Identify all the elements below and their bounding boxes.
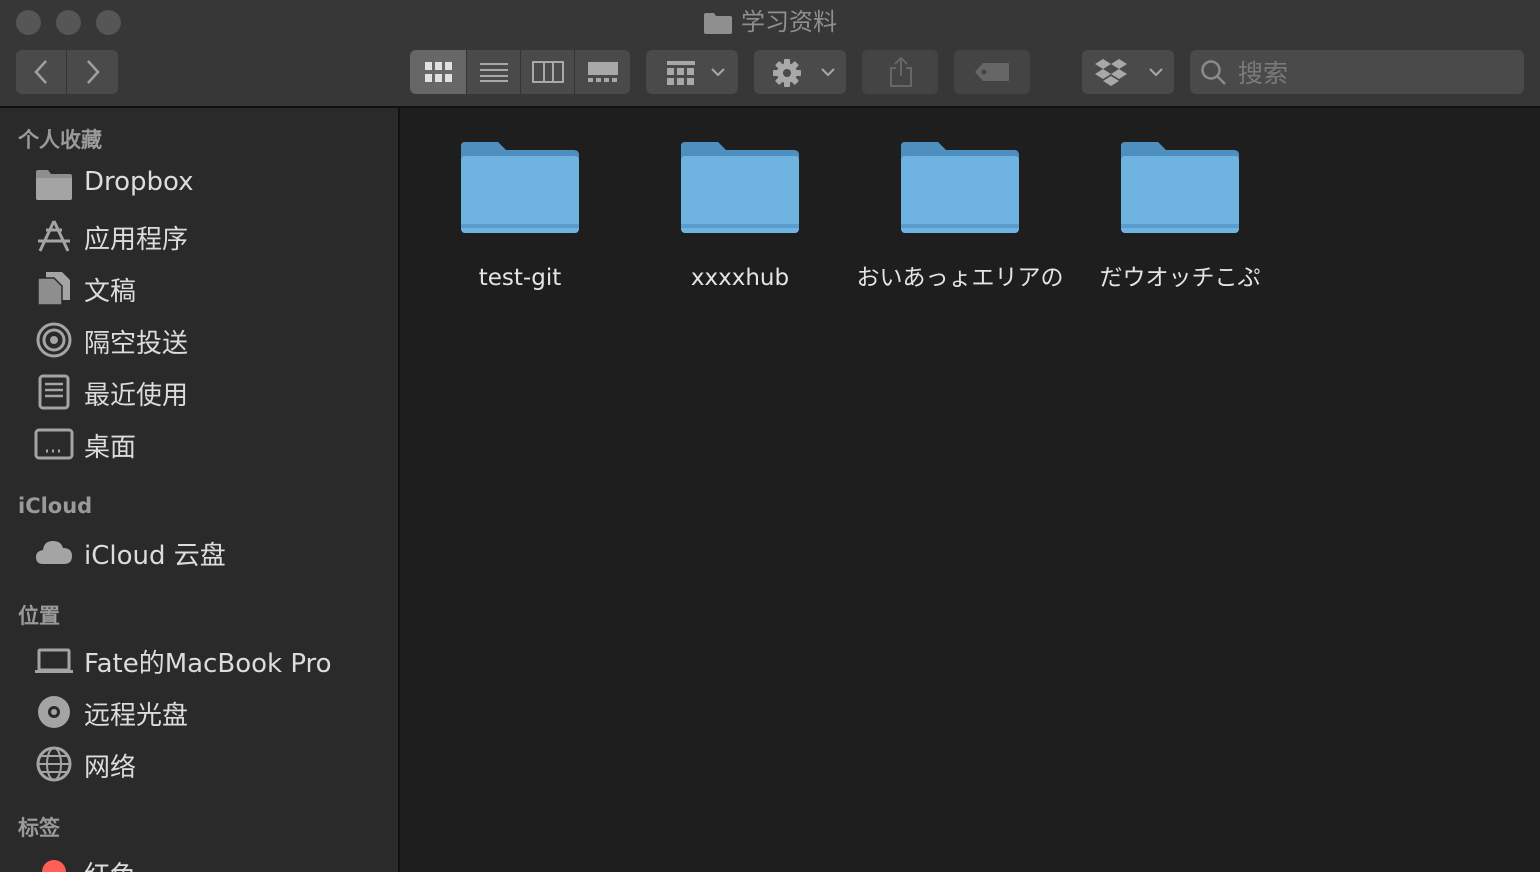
folder-icon xyxy=(901,142,1019,233)
list-view-button[interactable] xyxy=(467,50,521,94)
tag-icon xyxy=(975,63,1009,81)
sidebar-section-tags: 标签 xyxy=(18,816,60,840)
file-item-folder[interactable]: だウオッチこぷ xyxy=(1070,138,1290,294)
sidebar-item-tag-red[interactable]: 红色 xyxy=(34,850,394,872)
folder-icon xyxy=(36,170,72,200)
sidebar-section-locations: 位置 xyxy=(18,604,60,628)
recents-icon xyxy=(38,374,70,410)
file-browser-content: test-git xxxxhub おいあっょエリアの だウオッチこぷ xyxy=(402,108,1540,872)
gallery-view-button[interactable] xyxy=(575,50,630,94)
sidebar-item-icloud-drive[interactable]: iCloud 云盘 xyxy=(34,530,394,574)
group-by-button[interactable] xyxy=(646,50,738,94)
file-name: test-git xyxy=(478,265,562,291)
sidebar-item-documents[interactable]: 文稿 xyxy=(34,266,394,310)
tag-button[interactable] xyxy=(954,50,1030,94)
folder-icon xyxy=(461,142,579,233)
sidebar-item-label: iCloud 云盘 xyxy=(84,541,226,571)
chevron-right-icon xyxy=(87,60,100,84)
sidebar-item-label: 文稿 xyxy=(84,277,137,307)
sidebar-item-dropbox[interactable]: Dropbox xyxy=(34,162,394,206)
gear-icon xyxy=(773,59,801,87)
folder-icon xyxy=(1121,142,1239,233)
search-input[interactable] xyxy=(1236,56,1510,90)
window-toolbar: 学习资料 xyxy=(0,0,1540,108)
gallery-view-icon xyxy=(588,62,618,82)
airdrop-icon xyxy=(36,322,72,358)
chevron-left-icon xyxy=(34,60,47,84)
chevron-down-icon xyxy=(821,68,835,77)
sidebar-item-label: 最近使用 xyxy=(84,381,189,411)
sidebar-item-network[interactable]: 网络 xyxy=(34,742,394,786)
laptop-icon xyxy=(35,648,73,673)
sidebar-item-label: 网络 xyxy=(84,753,137,783)
list-view-icon xyxy=(480,63,508,82)
navigation-buttons xyxy=(16,50,118,94)
dropbox-menu-button[interactable] xyxy=(1082,50,1174,94)
file-item-folder[interactable]: xxxxhub xyxy=(630,138,850,294)
sidebar-item-label: 桌面 xyxy=(84,433,137,463)
sidebar-section-icloud: iCloud xyxy=(18,494,93,518)
sidebar-item-applications[interactable]: 应用程序 xyxy=(34,214,394,258)
file-item-folder[interactable]: test-git xyxy=(410,138,630,294)
view-mode-control xyxy=(410,50,630,94)
file-item-folder[interactable]: おいあっょエリアの xyxy=(850,138,1070,294)
window-title: 学习资料 xyxy=(0,6,1540,38)
folder-icon xyxy=(681,142,799,233)
dropbox-icon xyxy=(1095,59,1127,86)
chevron-down-icon xyxy=(1149,68,1163,77)
icon-view-icon xyxy=(425,62,452,82)
file-name: おいあっょエリアの xyxy=(856,265,1064,291)
share-icon xyxy=(890,56,912,87)
sidebar-item-label: Fate的MacBook Pro xyxy=(84,649,332,679)
forward-button[interactable] xyxy=(67,50,118,94)
documents-icon xyxy=(37,272,70,306)
share-button[interactable] xyxy=(862,50,938,94)
cloud-icon xyxy=(36,541,72,564)
sidebar-item-label: 远程光盘 xyxy=(84,701,189,731)
action-menu-button[interactable] xyxy=(754,50,846,94)
desktop-icon xyxy=(34,428,74,460)
sidebar-item-recents[interactable]: 最近使用 xyxy=(34,370,394,414)
icon-view-button[interactable] xyxy=(410,50,467,94)
sidebar: 个人收藏 Dropbox 应用程序 文稿 隔空投送 最近使用 桌面 iCloud… xyxy=(0,108,400,872)
search-field[interactable] xyxy=(1190,50,1524,94)
tag-color-dot xyxy=(42,860,66,872)
applications-icon xyxy=(38,220,70,252)
group-grid-icon xyxy=(667,61,695,85)
globe-icon xyxy=(36,746,72,782)
back-button[interactable] xyxy=(16,50,67,94)
sidebar-item-label: 应用程序 xyxy=(84,225,189,255)
sidebar-item-macbook[interactable]: Fate的MacBook Pro xyxy=(34,638,394,682)
sidebar-item-airdrop[interactable]: 隔空投送 xyxy=(34,318,394,362)
sidebar-item-remote-disc[interactable]: 远程光盘 xyxy=(34,690,394,734)
file-name: だウオッチこぷ xyxy=(1099,265,1261,291)
sidebar-item-label: Dropbox xyxy=(84,167,194,197)
search-icon xyxy=(1201,60,1226,85)
folder-icon xyxy=(704,13,732,34)
column-view-icon xyxy=(532,61,564,83)
sidebar-item-desktop[interactable]: 桌面 xyxy=(34,422,394,466)
file-name: xxxxhub xyxy=(690,265,790,291)
chevron-down-icon xyxy=(711,68,725,77)
sidebar-section-favorites: 个人收藏 xyxy=(18,128,102,152)
sidebar-item-label: 隔空投送 xyxy=(84,329,189,359)
sidebar-item-label: 红色 xyxy=(84,855,136,872)
window-title-text: 学习资料 xyxy=(741,8,837,36)
disc-icon xyxy=(38,696,70,728)
column-view-button[interactable] xyxy=(521,50,575,94)
